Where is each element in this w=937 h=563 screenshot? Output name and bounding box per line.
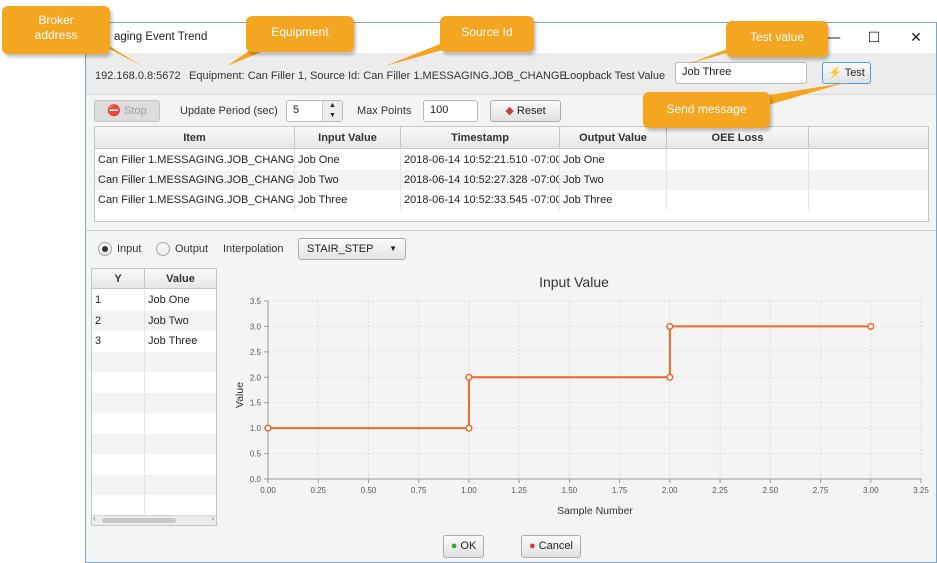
equipment-callout-label: Equipment bbox=[271, 25, 329, 39]
broker-callout-label: Broker address bbox=[34, 13, 78, 42]
callout-pointers bbox=[92, 40, 844, 106]
equipment-callout: Equipment bbox=[246, 16, 354, 52]
source-callout-label: Source Id bbox=[461, 25, 513, 39]
test-value-callout: Test value bbox=[726, 21, 828, 57]
send-callout-label: Send message bbox=[666, 102, 747, 116]
send-callout: Send message bbox=[643, 92, 770, 128]
source-callout: Source Id bbox=[440, 16, 534, 52]
broker-callout: Broker address bbox=[2, 6, 110, 54]
test-value-callout-label: Test value bbox=[749, 30, 805, 44]
